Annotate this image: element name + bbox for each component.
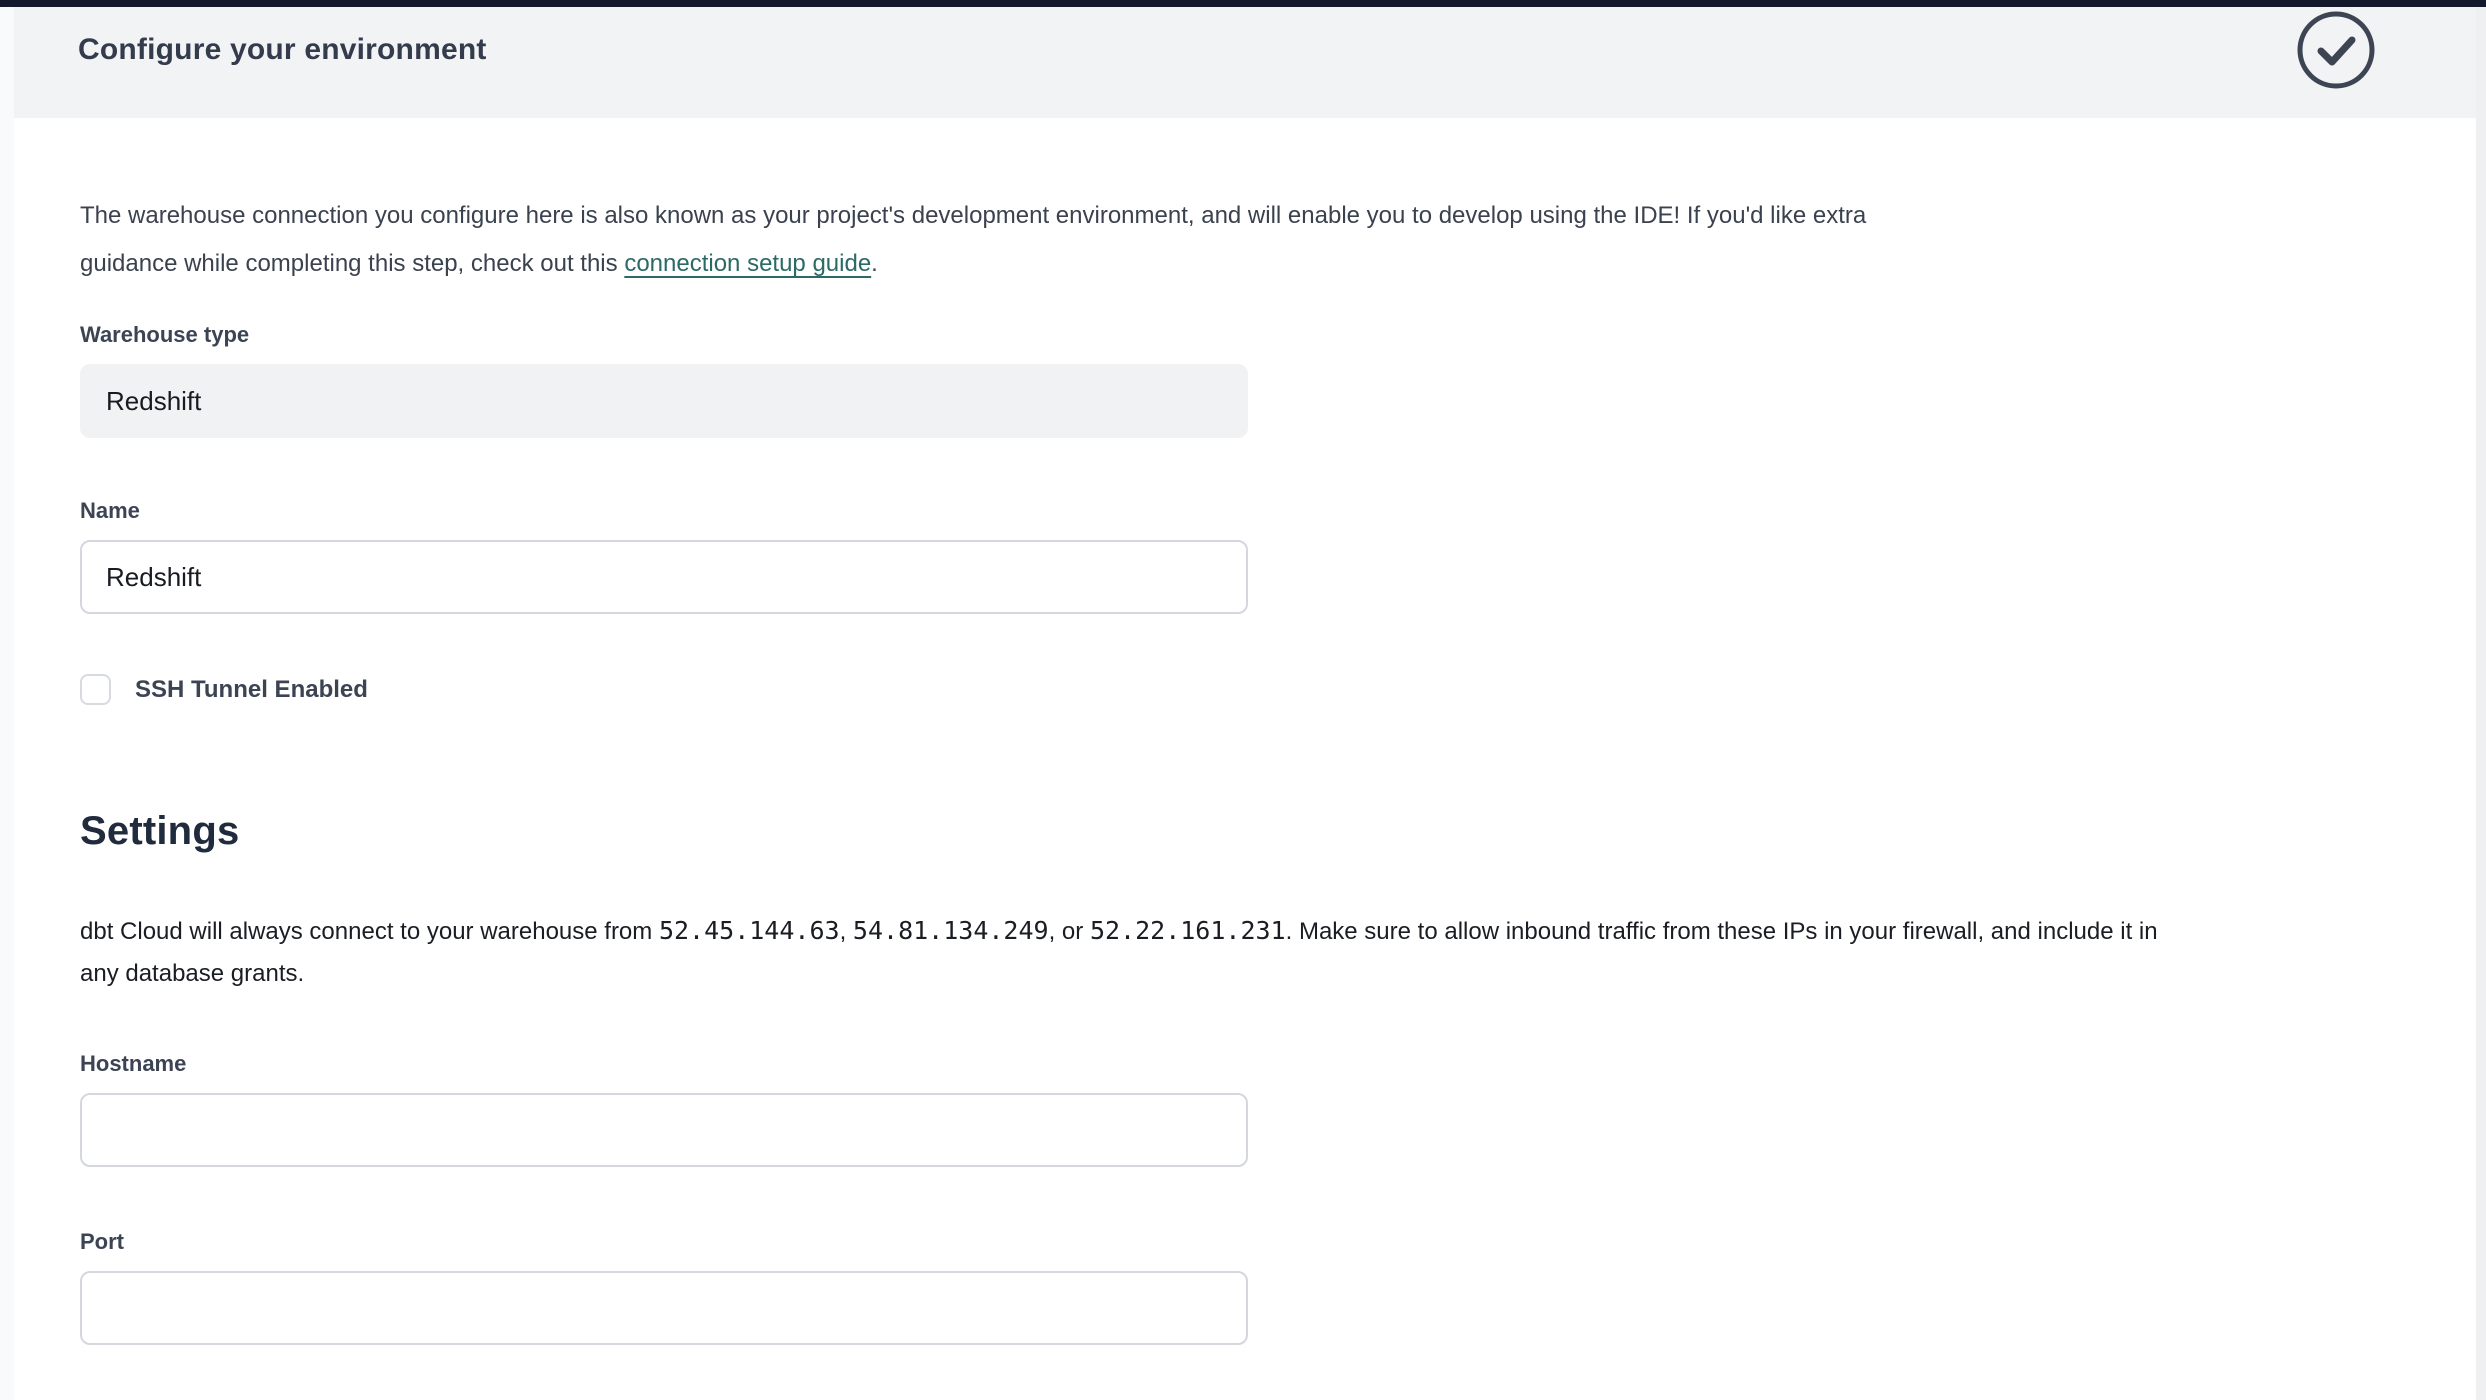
port-group: Port — [80, 1229, 2410, 1345]
hostname-label: Hostname — [80, 1051, 2410, 1077]
hostname-group: Hostname — [80, 1051, 2410, 1167]
ssh-tunnel-label[interactable]: SSH Tunnel Enabled — [135, 676, 368, 704]
ip-note-sep2: , or — [1049, 918, 1090, 945]
ip-note-part2-line2: any database grants. — [80, 960, 304, 987]
name-label: Name — [80, 498, 2410, 524]
hostname-input[interactable] — [80, 1093, 1248, 1167]
port-input[interactable] — [80, 1271, 1248, 1345]
intro-line2: guidance while completing this step, che… — [80, 250, 624, 277]
intro-after-link: . — [871, 250, 878, 277]
settings-heading: Settings — [80, 809, 2410, 854]
page-title: Configure your environment — [78, 33, 487, 67]
warehouse-type-field — [80, 364, 1248, 438]
panel-body: The warehouse connection you configure h… — [14, 192, 2476, 1345]
port-label: Port — [80, 1229, 2410, 1255]
warehouse-type-label: Warehouse type — [80, 322, 2410, 348]
ip-note-part1: dbt Cloud will always connect to your wa… — [80, 918, 659, 945]
ssh-tunnel-checkbox[interactable] — [80, 674, 111, 705]
top-accent-bar — [0, 0, 2486, 7]
intro-line1: The warehouse connection you configure h… — [80, 202, 1866, 229]
ip-allowlist-note: dbt Cloud will always connect to your wa… — [80, 910, 2410, 995]
ip-note-part2-line1: . Make sure to allow inbound traffic fro… — [1286, 918, 2158, 945]
warehouse-type-group: Warehouse type — [80, 322, 2410, 438]
ip-note-sep1: , — [840, 918, 853, 945]
connection-setup-guide-link[interactable]: connection setup guide — [624, 250, 871, 277]
ip-address-2: 54.81.134.249 — [853, 916, 1049, 945]
ip-address-1: 52.45.144.63 — [659, 916, 840, 945]
ip-address-3: 52.22.161.231 — [1090, 916, 1286, 945]
ssh-tunnel-row: SSH Tunnel Enabled — [80, 674, 2410, 705]
name-group: Name — [80, 498, 2410, 614]
panel-header: Configure your environment — [14, 7, 2476, 118]
check-circle-icon — [2296, 10, 2376, 90]
page-gutter-left — [0, 7, 14, 1400]
scrollbar-track[interactable] — [2475, 7, 2486, 1400]
environment-config-panel: Configure your environment The warehouse… — [14, 7, 2476, 1400]
name-input[interactable] — [80, 540, 1248, 614]
intro-text: The warehouse connection you configure h… — [80, 192, 2410, 288]
